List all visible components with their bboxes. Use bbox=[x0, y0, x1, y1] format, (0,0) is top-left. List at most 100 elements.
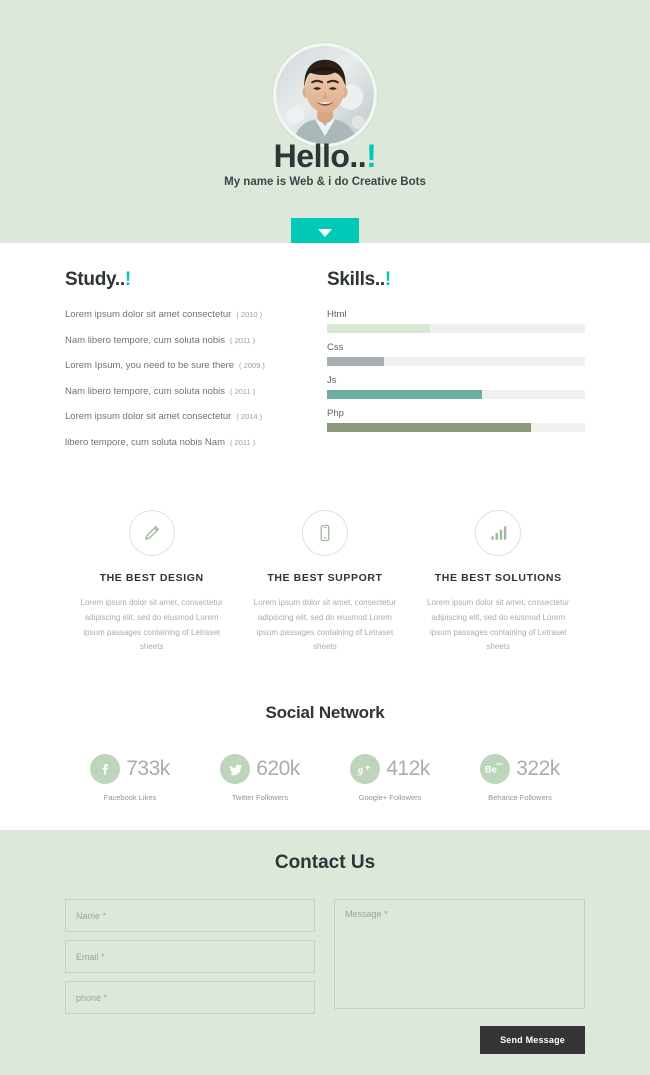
behance-icon: Be bbox=[480, 754, 511, 785]
chevron-down-icon bbox=[318, 229, 332, 237]
page-title: Hello..! bbox=[0, 140, 650, 172]
contact-form bbox=[65, 899, 585, 1015]
content-section: Study..! Lorem ipsum dolor sit amet cons… bbox=[0, 243, 650, 831]
skills-heading-text: Skills.. bbox=[327, 269, 385, 290]
study-item-text: Lorem Ipsum, you need to be sure there bbox=[65, 360, 234, 371]
skill-progress-fill bbox=[327, 357, 384, 366]
social-stat-twitter[interactable]: 620k Twitter Followers bbox=[195, 754, 325, 802]
services-row: THE BEST DESIGN Lorem ipsum dolor sit am… bbox=[65, 462, 585, 655]
message-field[interactable] bbox=[334, 899, 585, 1010]
social-label: Google+ Followers bbox=[358, 793, 422, 803]
skill-item: Php bbox=[327, 408, 585, 432]
social-count: 322k bbox=[516, 757, 560, 781]
social-label: Behance Followers bbox=[488, 793, 552, 803]
study-skills-row: Study..! Lorem ipsum dolor sit amet cons… bbox=[65, 243, 585, 462]
skills-heading: Skills..! bbox=[327, 269, 585, 291]
study-heading: Study..! bbox=[65, 269, 327, 291]
contact-form-left bbox=[65, 899, 315, 1015]
facebook-icon bbox=[90, 754, 121, 785]
social-top: Be 322k bbox=[455, 754, 585, 785]
study-item-text: Lorem ipsum dolor sit amet consectetur bbox=[65, 309, 232, 320]
skill-item: Html bbox=[327, 309, 585, 333]
service-text: Lorem ipsum dolor sit amet, consectetur … bbox=[80, 598, 223, 652]
avatar bbox=[273, 43, 377, 147]
skills-column: Skills..! Html Css Js Php bbox=[327, 269, 585, 462]
study-item-year: ( 2014 ) bbox=[236, 412, 263, 421]
study-list: Lorem ipsum dolor sit amet consectetur ( … bbox=[65, 309, 327, 448]
service-card-design: THE BEST DESIGN Lorem ipsum dolor sit am… bbox=[65, 510, 238, 655]
contact-section: Contact Us Send Message bbox=[0, 830, 650, 1075]
social-stat-facebook[interactable]: 733k Facebook Likes bbox=[65, 754, 195, 802]
list-item: Nam libero tempore, cum soluta nobis ( 20… bbox=[65, 335, 327, 346]
study-item-text: Nam libero tempore, cum soluta nobis bbox=[65, 334, 225, 346]
pencil-icon bbox=[144, 526, 159, 540]
svg-text:Be: Be bbox=[485, 765, 497, 776]
list-item: Lorem ipsum dolor sit amet consectetur ( … bbox=[65, 411, 327, 422]
list-item: libero tempore, cum soluta nobis Nam ( 20… bbox=[65, 437, 327, 448]
study-heading-accent: ! bbox=[124, 269, 131, 290]
page-title-text: Hello.. bbox=[273, 138, 367, 174]
social-stat-behance[interactable]: Be 322k Behance Followers bbox=[455, 754, 585, 802]
social-row: 733k Facebook Likes 620k Twitter Followe… bbox=[65, 723, 585, 830]
skill-item: Js bbox=[327, 375, 585, 399]
name-field[interactable] bbox=[65, 899, 315, 933]
service-icon-wrap bbox=[475, 510, 522, 556]
skill-progress-track bbox=[327, 423, 585, 432]
study-item-year: ( 2011 ) bbox=[230, 386, 256, 396]
skill-progress-fill bbox=[327, 324, 431, 333]
list-item: Lorem Ipsum, you need to be sure there ( … bbox=[65, 360, 327, 371]
hero-tagline: My name is Web & i do Creative Bots bbox=[224, 176, 426, 188]
service-icon-wrap bbox=[128, 510, 175, 556]
phone-field[interactable] bbox=[65, 981, 315, 1015]
contact-form-right bbox=[334, 899, 585, 1014]
service-title: THE BEST SOLUTIONS bbox=[434, 572, 562, 584]
study-column: Study..! Lorem ipsum dolor sit amet cons… bbox=[65, 269, 327, 462]
service-card-support: THE BEST SUPPORT Lorem ipsum dolor sit a… bbox=[238, 510, 411, 655]
social-label: Twitter Followers bbox=[231, 793, 289, 803]
study-item-year: ( 2011 ) bbox=[230, 335, 256, 345]
hero-section: Hello..! My name is Web & i do Creative … bbox=[0, 0, 650, 248]
skill-label: Js bbox=[327, 375, 337, 386]
social-count: 733k bbox=[126, 757, 170, 781]
skill-label: Html bbox=[327, 309, 347, 320]
social-heading: Social Network bbox=[265, 703, 385, 723]
list-item: Lorem ipsum dolor sit amet consectetur ( … bbox=[65, 309, 327, 320]
social-count: 412k bbox=[386, 757, 430, 781]
study-heading-text: Study.. bbox=[65, 269, 125, 290]
service-text: Lorem ipsum dolor sit amet, consectetur … bbox=[253, 598, 397, 652]
social-stat-googleplus[interactable]: g 412k Google+ Followers bbox=[325, 754, 455, 802]
service-title: THE BEST SUPPORT bbox=[267, 572, 383, 584]
service-title: THE BEST DESIGN bbox=[99, 572, 204, 584]
social-top: 620k bbox=[195, 754, 325, 785]
email-field[interactable] bbox=[65, 940, 315, 974]
twitter-icon bbox=[220, 754, 251, 785]
avatar-photo-icon bbox=[276, 46, 374, 144]
page-title-accent: ! bbox=[366, 138, 377, 174]
study-item-year: ( 2009 ) bbox=[239, 361, 265, 370]
skill-progress-fill bbox=[327, 423, 531, 432]
google-plus-icon: g bbox=[350, 754, 381, 785]
social-top: 733k bbox=[65, 754, 195, 785]
skills-heading-accent: ! bbox=[384, 269, 391, 290]
study-item-text: Lorem ipsum dolor sit amet consectetur bbox=[65, 411, 232, 422]
skill-progress-track bbox=[327, 324, 585, 333]
study-item-text: libero tempore, cum soluta nobis Nam bbox=[65, 436, 225, 448]
send-row: Send Message bbox=[65, 1026, 585, 1055]
service-text: Lorem ipsum dolor sit amet, consectetur … bbox=[427, 598, 570, 652]
study-item-text: Nam libero tempore, cum soluta nobis bbox=[65, 385, 225, 397]
service-card-solutions: THE BEST SOLUTIONS Lorem ipsum dolor sit… bbox=[412, 510, 585, 655]
bar-chart-icon bbox=[491, 526, 507, 540]
skill-progress-track bbox=[327, 390, 585, 399]
service-icon-wrap bbox=[301, 510, 348, 556]
skill-progress-track bbox=[327, 357, 585, 366]
social-top: g 412k bbox=[325, 754, 455, 785]
send-message-button[interactable]: Send Message bbox=[480, 1026, 585, 1055]
list-item: Nam libero tempore, cum soluta nobis ( 20… bbox=[65, 386, 327, 397]
study-item-year: ( 2010 ) bbox=[236, 310, 263, 319]
resume-landing-page: Hello..! My name is Web & i do Creative … bbox=[0, 0, 650, 1075]
svg-text:g: g bbox=[357, 765, 363, 776]
skill-progress-fill bbox=[327, 390, 482, 399]
contact-heading: Contact Us bbox=[274, 852, 376, 874]
skill-label: Php bbox=[327, 408, 344, 419]
skill-item: Css bbox=[327, 342, 585, 366]
